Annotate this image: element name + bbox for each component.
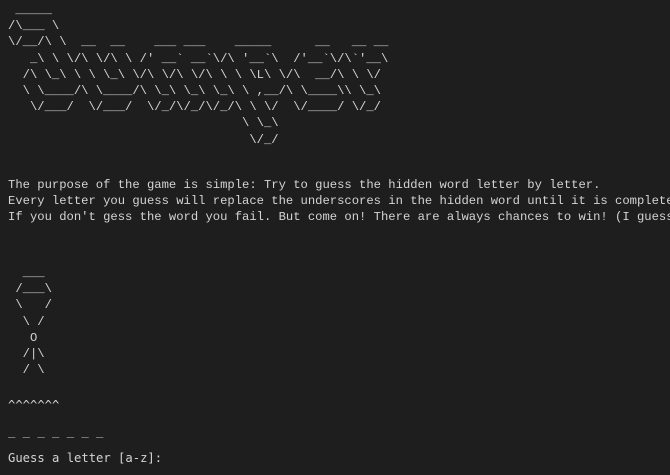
intro-line-2: Every letter you guess will replace the … bbox=[8, 194, 670, 209]
intro-line-1: The purpose of the game is simple: Try t… bbox=[8, 178, 601, 192]
intro-text: The purpose of the game is simple: Try t… bbox=[8, 177, 670, 226]
parachute-figure-ascii: ___ /___\ \ / \ / O /|\ / \ bbox=[15, 266, 52, 378]
hidden-word-display: _ _ _ _ _ _ _ bbox=[8, 424, 104, 438]
input-prompt-row: Guess a letter [a-z]: bbox=[8, 450, 209, 466]
letter-input[interactable] bbox=[168, 451, 209, 465]
jumper-ascii-banner: _____ /\___ \ \/__/\ \ __ __ ___ ___ ___… bbox=[8, 3, 389, 147]
terminal-window: _____ /\___ \ \/__/\ \ __ __ ___ ___ ___… bbox=[0, 0, 670, 475]
intro-line-3: If you don't gess the word you fail. But… bbox=[8, 210, 670, 225]
guess-prompt-label: Guess a letter [a-z]: bbox=[8, 451, 163, 465]
remaining-lives-markers: ^^^^^^^ bbox=[8, 398, 60, 412]
